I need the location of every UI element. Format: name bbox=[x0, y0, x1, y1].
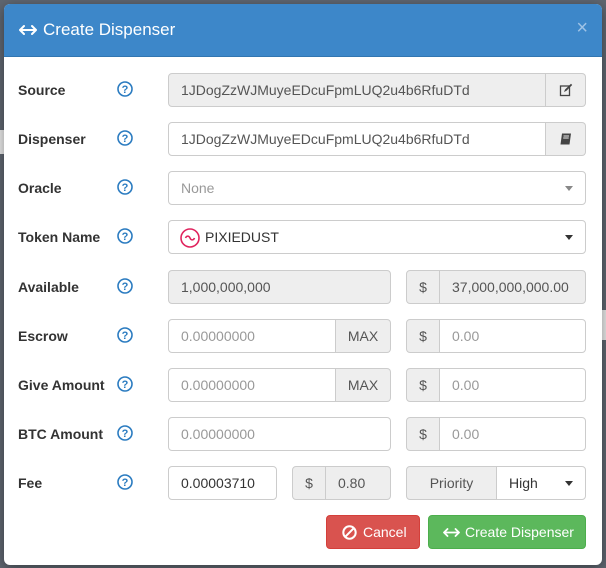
token-name-select[interactable]: PIXIEDUST bbox=[168, 220, 586, 254]
cancel-button[interactable]: Cancel bbox=[326, 515, 420, 549]
btc-amount-usd-input[interactable]: 0.00 bbox=[439, 417, 586, 451]
chevron-down-icon bbox=[565, 235, 573, 240]
arrows-horizontal-icon bbox=[19, 25, 37, 35]
edit-icon bbox=[559, 83, 572, 97]
chevron-down-icon bbox=[565, 481, 573, 486]
create-dispenser-button[interactable]: Create Dispenser bbox=[428, 515, 586, 549]
available-label: Available bbox=[18, 279, 79, 295]
edit-source-button[interactable] bbox=[546, 73, 586, 107]
svg-text:?: ? bbox=[122, 182, 129, 194]
svg-text:?: ? bbox=[122, 379, 129, 391]
close-button[interactable]: × bbox=[576, 18, 588, 38]
dispenser-row: Dispenser ? 1JDogZzWJMuyeEDcuFpmLUQ2u4b6… bbox=[4, 122, 602, 156]
svg-text:?: ? bbox=[122, 133, 129, 145]
give-amount-usd-input[interactable]: 0.00 bbox=[439, 368, 586, 402]
ban-icon bbox=[342, 525, 357, 540]
help-icon[interactable]: ? bbox=[117, 425, 133, 441]
btc-amount-label: BTC Amount bbox=[18, 426, 104, 442]
source-label: Source bbox=[18, 82, 66, 98]
fee-usd-field: 0.80 bbox=[325, 466, 391, 500]
svg-text:?: ? bbox=[122, 330, 129, 342]
escrow-max-button[interactable]: MAX bbox=[336, 319, 391, 353]
dispenser-label: Dispenser bbox=[18, 131, 86, 147]
btc-amount-row: BTC Amount ? 0.00000000 $ 0.00 bbox=[4, 417, 602, 451]
escrow-row: Escrow ? 0.00000000 MAX $ 0.00 bbox=[4, 319, 602, 353]
dollar-addon: $ bbox=[406, 319, 440, 353]
help-icon[interactable]: ? bbox=[117, 474, 133, 490]
dollar-addon: $ bbox=[406, 270, 440, 304]
priority-addon: Priority bbox=[406, 466, 497, 500]
available-usd-field: 37,000,000,000.00 bbox=[439, 270, 586, 304]
help-icon[interactable]: ? bbox=[117, 327, 133, 343]
help-icon[interactable]: ? bbox=[117, 130, 133, 146]
escrow-amount-input[interactable]: 0.00000000 bbox=[168, 319, 336, 353]
source-address-field[interactable]: 1JDogZzWJMuyeEDcuFpmLUQ2u4b6RfuDTd bbox=[168, 73, 546, 107]
available-row: Available ? 1,000,000,000 $ 37,000,000,0… bbox=[4, 270, 602, 304]
give-amount-label: Give Amount bbox=[18, 377, 105, 393]
escrow-usd-input[interactable]: 0.00 bbox=[439, 319, 586, 353]
give-amount-row: Give Amount ? 0.00000000 MAX $ 0.00 bbox=[4, 368, 602, 402]
cancel-button-label: Cancel bbox=[363, 524, 407, 540]
oracle-selected-value: None bbox=[181, 180, 215, 196]
help-icon[interactable]: ? bbox=[117, 278, 133, 294]
dollar-addon: $ bbox=[292, 466, 326, 500]
help-icon[interactable]: ? bbox=[117, 179, 133, 195]
help-icon[interactable]: ? bbox=[117, 81, 133, 97]
oracle-label: Oracle bbox=[18, 180, 62, 196]
token-name-label: Token Name bbox=[18, 229, 101, 245]
dialog-header: Create Dispenser × bbox=[4, 4, 602, 57]
escrow-label: Escrow bbox=[18, 328, 68, 344]
fee-row: Fee ? 0.00003710 $ 0.80 Priority High bbox=[4, 466, 602, 500]
available-amount-field: 1,000,000,000 bbox=[168, 270, 391, 304]
fee-input[interactable]: 0.00003710 bbox=[168, 466, 277, 500]
oracle-select[interactable]: None bbox=[168, 171, 586, 205]
priority-selected-value: High bbox=[509, 475, 538, 491]
svg-text:?: ? bbox=[122, 428, 129, 440]
source-row: Source ? 1JDogZzWJMuyeEDcuFpmLUQ2u4b6Rfu… bbox=[4, 73, 602, 107]
arrows-horizontal-icon bbox=[443, 528, 460, 537]
oracle-row: Oracle ? None bbox=[4, 171, 602, 205]
dispenser-address-input[interactable]: 1JDogZzWJMuyeEDcuFpmLUQ2u4b6RfuDTd bbox=[168, 122, 546, 156]
token-name-row: Token Name ? PIXIEDUST bbox=[4, 220, 602, 254]
address-book-button[interactable] bbox=[546, 122, 586, 156]
svg-text:?: ? bbox=[122, 281, 129, 293]
help-icon[interactable]: ? bbox=[117, 376, 133, 392]
fee-label: Fee bbox=[18, 475, 43, 491]
chevron-down-icon bbox=[565, 186, 573, 191]
token-logo-icon bbox=[180, 228, 200, 248]
give-amount-max-button[interactable]: MAX bbox=[336, 368, 391, 402]
svg-text:?: ? bbox=[122, 84, 129, 96]
dollar-addon: $ bbox=[406, 368, 440, 402]
help-icon[interactable]: ? bbox=[117, 228, 133, 244]
svg-text:?: ? bbox=[122, 231, 129, 243]
dialog-title: Create Dispenser bbox=[43, 20, 176, 39]
address-book-icon bbox=[560, 133, 571, 145]
create-dispenser-button-label: Create Dispenser bbox=[465, 524, 574, 540]
priority-select[interactable]: High bbox=[496, 466, 586, 500]
btc-amount-input[interactable]: 0.00000000 bbox=[168, 417, 391, 451]
give-amount-input[interactable]: 0.00000000 bbox=[168, 368, 336, 402]
svg-text:?: ? bbox=[122, 477, 129, 489]
create-dispenser-dialog: Create Dispenser × Source ? 1JDogZzWJMuy… bbox=[4, 4, 602, 565]
dollar-addon: $ bbox=[406, 417, 440, 451]
token-selected-value: PIXIEDUST bbox=[205, 229, 279, 245]
